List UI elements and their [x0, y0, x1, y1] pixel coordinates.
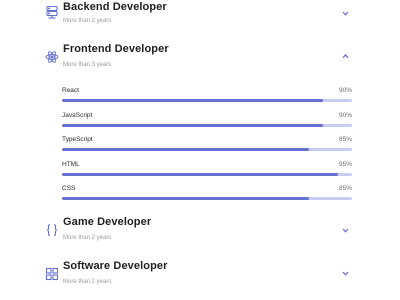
- skill-row: React 90%: [62, 87, 352, 107]
- skill-percent: 95%: [338, 160, 352, 168]
- accordion-title: Frontend Developer: [63, 43, 169, 55]
- skill-progress-fill: [62, 172, 338, 176]
- skill-row: TypeScript 85%: [62, 136, 352, 156]
- accordion-game-developer[interactable]: Game Developer More than 2 years: [0, 215, 400, 247]
- skill-row: CSS 85%: [62, 185, 352, 205]
- skill-progress-fill: [62, 99, 323, 102]
- skill-name: CSS: [62, 185, 76, 192]
- skill-row: HTML 95%: [62, 161, 352, 181]
- accordion-title: Backend Developer: [63, 1, 167, 13]
- skill-percent: 90%: [338, 87, 352, 94]
- accordion-frontend-developer[interactable]: Frontend Developer More than 3 years Rea…: [0, 42, 400, 202]
- skill-percent: 85%: [338, 136, 352, 143]
- accordion-subtitle: More than 2 years: [63, 18, 112, 24]
- skill-progress-track: [62, 123, 352, 127]
- server-icon: [45, 5, 59, 19]
- skill-percent: 85%: [338, 185, 352, 192]
- accordion-subtitle: More than 3 years: [63, 62, 112, 68]
- skill-name: React: [62, 87, 79, 94]
- accordion-software-developer[interactable]: Software Developer More than 2 years: [0, 259, 400, 291]
- skill-name: JavaScript: [62, 111, 93, 119]
- chevron-down-icon[interactable]: [341, 9, 350, 18]
- skill-progress-fill: [62, 197, 309, 200]
- accordion-title: Game Developer: [63, 216, 152, 228]
- skill-name: HTML: [62, 160, 80, 168]
- chevron-down-icon[interactable]: [341, 269, 350, 278]
- braces-icon: [45, 223, 59, 237]
- skill-name: TypeScript: [62, 136, 93, 143]
- accordion-subtitle: More than 2 years: [63, 279, 112, 285]
- chevron-up-icon[interactable]: [341, 52, 350, 61]
- skill-progress-track: [62, 99, 352, 102]
- skill-progress-fill: [62, 123, 323, 127]
- skill-progress-track: [62, 148, 352, 151]
- chevron-down-icon[interactable]: [341, 226, 350, 235]
- accordion-subtitle: More than 2 years: [63, 235, 112, 241]
- accordion-title: Software Developer: [63, 260, 168, 272]
- react-atom-icon: [45, 50, 59, 64]
- skill-progress-track: [62, 172, 352, 176]
- skill-row: JavaScript 90%: [62, 112, 352, 132]
- accordion-backend-developer[interactable]: Backend Developer More than 2 years: [0, 0, 400, 30]
- skill-progress-fill: [62, 148, 309, 151]
- skill-percent: 90%: [338, 111, 352, 119]
- grid-icon: [45, 267, 59, 281]
- skill-progress-track: [62, 197, 352, 200]
